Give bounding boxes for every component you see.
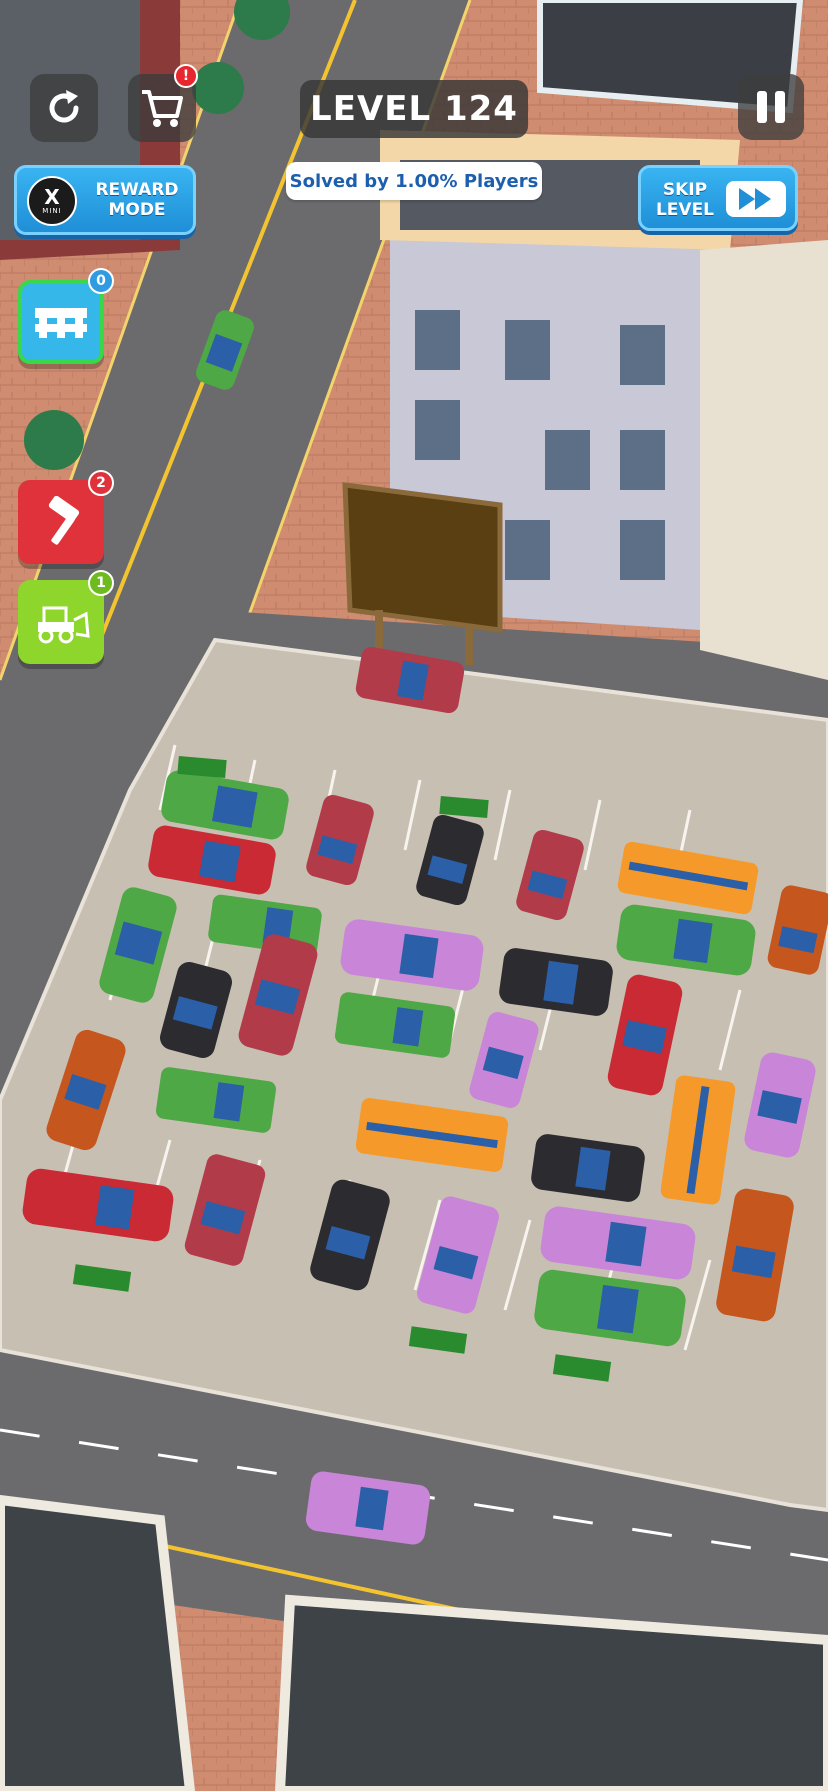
hammer-icon	[48, 496, 80, 545]
restart-icon	[49, 90, 79, 123]
powerup-hammer-button[interactable]	[18, 480, 104, 564]
fast-forward-icon	[726, 181, 786, 217]
level-label: LEVEL 124	[310, 89, 518, 129]
shop-alert-badge: !	[174, 64, 198, 88]
hammer-count-badge: 2	[88, 470, 114, 496]
bulldozer-count-badge: 1	[88, 570, 114, 596]
reward-mode-button[interactable]: X MINI REWARD MODE	[14, 165, 196, 235]
tree	[192, 62, 244, 114]
bottom-left-building	[0, 1494, 196, 1791]
solved-label: Solved by 1.00% Players	[289, 170, 539, 192]
solved-stat: Solved by 1.00% Players	[286, 162, 542, 200]
restart-button[interactable]	[30, 74, 98, 142]
skip-level-label: SKIP LEVEL	[655, 180, 715, 220]
powerup-bulldozer-button[interactable]	[18, 580, 104, 664]
cart-icon	[142, 90, 183, 127]
side-building	[700, 240, 828, 680]
pallet-count-badge: 0	[88, 268, 114, 294]
level-indicator: LEVEL 124	[300, 80, 528, 138]
skip-level-button[interactable]: SKIP LEVEL	[638, 165, 798, 231]
pallet-icon	[35, 308, 87, 338]
bulldozer-icon	[38, 606, 90, 644]
pause-button[interactable]	[738, 74, 804, 140]
reward-mode-label: REWARD MODE	[95, 180, 179, 220]
reward-x-icon: X MINI	[27, 176, 77, 226]
powerup-pallet-button[interactable]	[18, 280, 104, 364]
tree	[24, 410, 84, 470]
game-scene	[0, 0, 828, 1791]
pause-icon	[757, 91, 785, 123]
